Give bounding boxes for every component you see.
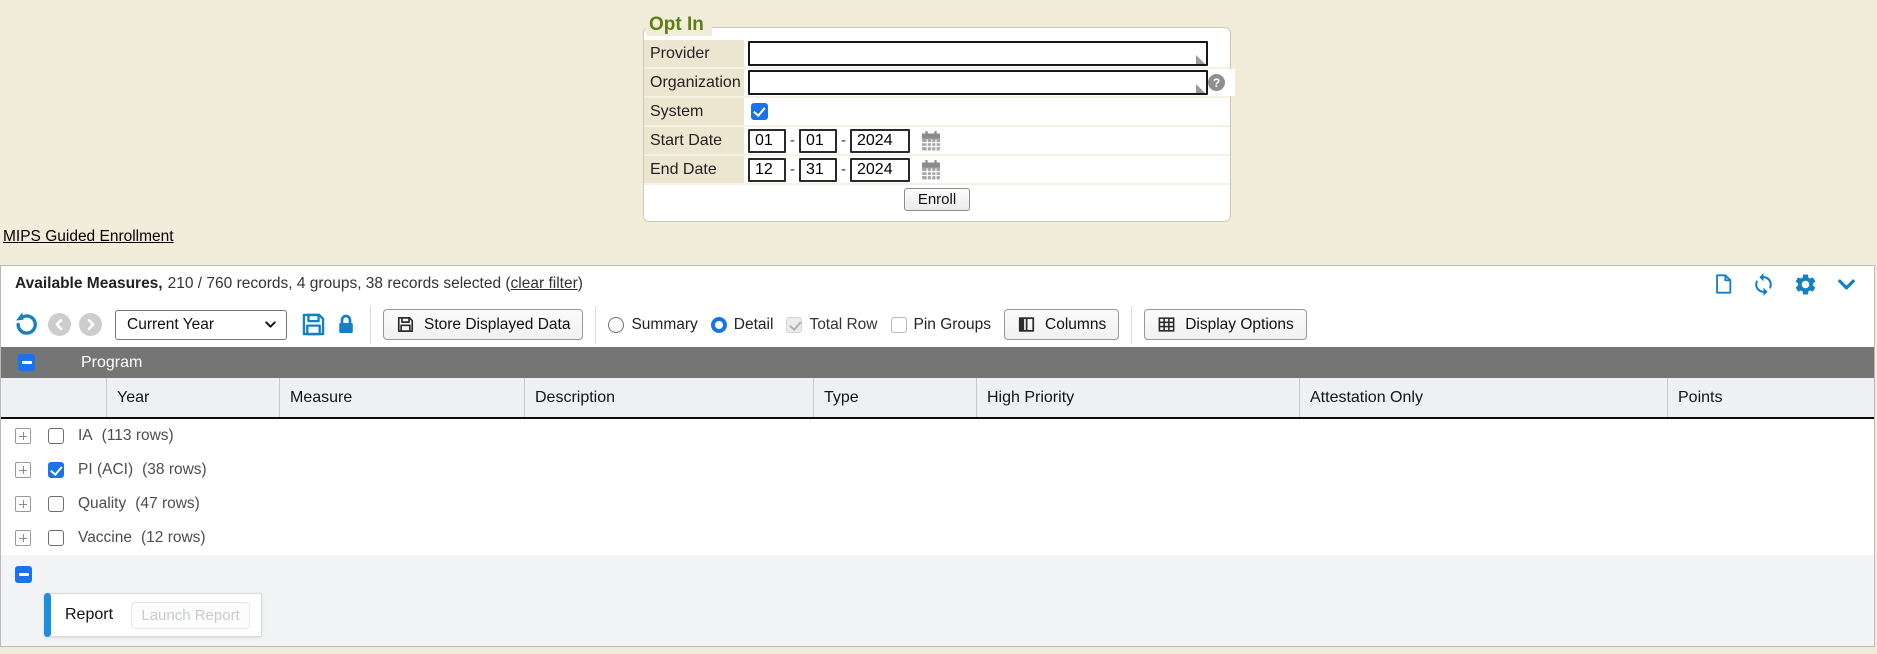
- column-header-year[interactable]: Year: [106, 378, 279, 417]
- store-displayed-data-button[interactable]: Store Displayed Data: [383, 309, 583, 340]
- columns-icon: [1017, 315, 1036, 334]
- expand-row-icon[interactable]: [15, 530, 31, 546]
- end-month-input[interactable]: [748, 158, 786, 182]
- lock-icon[interactable]: [334, 313, 358, 337]
- table-row-pi-aci: PI (ACI) (38 rows): [1, 453, 1874, 487]
- group-band-label: Program: [81, 354, 142, 372]
- collapse-group-button[interactable]: [18, 354, 35, 371]
- column-header-row: Year Measure Description Type High Prior…: [1, 378, 1874, 419]
- report-tab-label: Report: [65, 606, 113, 624]
- opt-in-form: Opt In Provider Organization ? System St…: [643, 27, 1231, 222]
- refresh-icon[interactable]: [1751, 272, 1776, 297]
- column-header-description[interactable]: Description: [524, 378, 813, 417]
- end-date-label: End Date: [644, 156, 744, 183]
- summary-option: Summary: [608, 316, 697, 334]
- date-separator: -: [841, 161, 846, 178]
- provider-input[interactable]: [748, 41, 1208, 66]
- expand-row-icon[interactable]: [15, 462, 31, 478]
- column-header-attestation-only[interactable]: Attestation Only: [1299, 378, 1667, 417]
- organization-label: Organization: [644, 69, 744, 96]
- collapse-panel-chevron-icon[interactable]: [1835, 273, 1858, 296]
- row-checkbox[interactable]: [48, 428, 64, 444]
- toolbar-separator: [1131, 306, 1132, 344]
- collapse-section-button[interactable]: [15, 566, 32, 583]
- toolbar-separator: [370, 306, 371, 344]
- undo-icon[interactable]: [13, 311, 40, 338]
- start-date-label: Start Date: [644, 127, 744, 154]
- panel-footer: Report Launch Report: [1, 555, 1874, 646]
- column-header-measure[interactable]: Measure: [279, 378, 524, 417]
- clear-filter-link[interactable]: clear filter: [511, 275, 578, 293]
- detail-option: Detail: [711, 316, 774, 334]
- organization-input[interactable]: [748, 70, 1208, 95]
- report-tab[interactable]: Report Launch Report: [44, 593, 262, 637]
- date-separator: -: [790, 132, 795, 149]
- column-header-high-priority[interactable]: High Priority: [976, 378, 1299, 417]
- start-month-input[interactable]: [748, 129, 786, 153]
- column-header-points[interactable]: Points: [1667, 378, 1874, 417]
- system-checkbox[interactable]: [751, 103, 768, 120]
- save-icon: [396, 315, 415, 334]
- previous-button: [48, 313, 71, 336]
- total-row-option: Total Row: [786, 316, 877, 334]
- date-separator: -: [841, 132, 846, 149]
- settings-gear-icon[interactable]: [1793, 272, 1818, 297]
- panel-header: Available Measures, 210 / 760 records, 4…: [1, 266, 1874, 302]
- end-year-input[interactable]: [850, 158, 910, 182]
- total-row-checkbox: [786, 317, 802, 333]
- start-date-row: Start Date - -: [644, 127, 1230, 156]
- launch-report-button: Launch Report: [131, 602, 250, 629]
- system-row: System: [644, 98, 1230, 127]
- display-options-grid-icon: [1157, 315, 1176, 334]
- table-row-quality: Quality (47 rows): [1, 487, 1874, 521]
- provider-label: Provider: [644, 40, 744, 67]
- row-checkbox[interactable]: [48, 496, 64, 512]
- start-day-input[interactable]: [799, 129, 837, 153]
- row-checkbox[interactable]: [48, 462, 64, 478]
- start-year-input[interactable]: [850, 129, 910, 153]
- chevron-down-icon: [264, 318, 277, 331]
- summary-radio[interactable]: [608, 317, 624, 333]
- end-day-input[interactable]: [799, 158, 837, 182]
- table-row-vaccine: Vaccine (12 rows): [1, 521, 1874, 555]
- toolbar: Current Year Store Displayed Data Summar…: [1, 302, 1874, 347]
- pin-groups-checkbox[interactable]: [891, 317, 907, 333]
- panel-subtitle: 210 / 760 records, 4 groups, 38 records …: [168, 275, 511, 293]
- program-group-band: Program: [1, 347, 1874, 378]
- new-page-icon[interactable]: [1712, 272, 1734, 296]
- available-measures-panel: Available Measures, 210 / 760 records, 4…: [0, 265, 1875, 647]
- calendar-icon[interactable]: [919, 158, 943, 182]
- panel-header-icons: [1712, 272, 1858, 297]
- opt-in-title: Opt In: [646, 14, 712, 36]
- save-icon[interactable]: [300, 311, 327, 338]
- column-header-spacer: [1, 378, 106, 417]
- provider-row: Provider: [644, 40, 1230, 69]
- enroll-button[interactable]: Enroll: [904, 188, 970, 211]
- year-select-value: Current Year: [127, 316, 264, 334]
- next-button: [79, 313, 102, 336]
- pin-groups-option: Pin Groups: [891, 316, 992, 334]
- date-separator: -: [790, 161, 795, 178]
- panel-title: Available Measures,: [15, 275, 163, 293]
- table-row-ia: IA (113 rows): [1, 419, 1874, 453]
- report-accent-bar: [44, 593, 51, 637]
- display-options-button[interactable]: Display Options: [1144, 309, 1307, 340]
- toolbar-separator: [595, 306, 596, 344]
- help-icon[interactable]: ?: [1208, 74, 1225, 91]
- system-label: System: [644, 98, 744, 125]
- row-checkbox[interactable]: [48, 530, 64, 546]
- column-header-type[interactable]: Type: [813, 378, 976, 417]
- end-date-row: End Date - -: [644, 156, 1230, 185]
- year-select[interactable]: Current Year: [115, 310, 287, 340]
- enroll-row: Enroll: [644, 185, 1230, 213]
- mips-guided-enrollment-link[interactable]: MIPS Guided Enrollment: [3, 228, 174, 246]
- expand-row-icon[interactable]: [15, 428, 31, 444]
- expand-row-icon[interactable]: [15, 496, 31, 512]
- calendar-icon[interactable]: [919, 129, 943, 153]
- columns-button[interactable]: Columns: [1004, 309, 1119, 340]
- detail-radio[interactable]: [711, 317, 727, 333]
- organization-row: Organization ?: [644, 69, 1230, 98]
